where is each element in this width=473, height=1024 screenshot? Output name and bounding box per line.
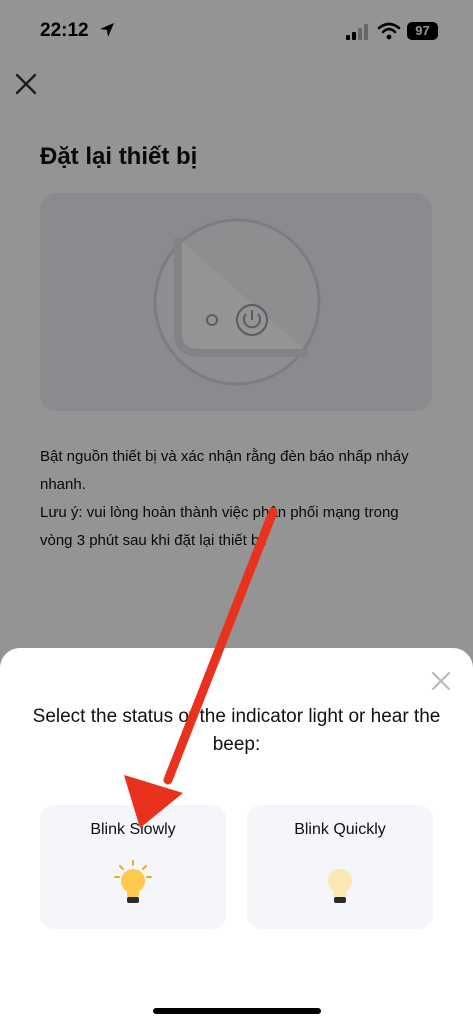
sheet-close-icon[interactable] [430, 670, 452, 692]
bulb-lit-icon [114, 860, 152, 903]
blink-slowly-option[interactable]: Blink Slowly [40, 805, 226, 929]
blink-slowly-label: Blink Slowly [90, 821, 176, 838]
bulb-dim-icon [328, 869, 352, 903]
sheet-prompt: Select the status of the indicator light… [32, 706, 441, 755]
home-indicator [153, 1008, 321, 1014]
blink-quickly-option[interactable]: Blink Quickly [247, 805, 433, 929]
blink-quickly-label: Blink Quickly [294, 821, 386, 838]
